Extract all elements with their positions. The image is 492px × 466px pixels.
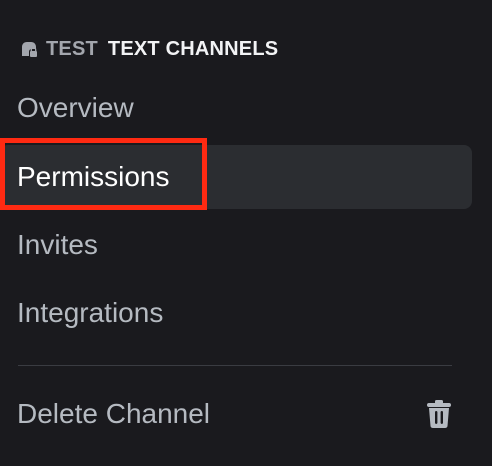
category-name: TEST: [46, 37, 98, 60]
delete-channel-button[interactable]: Delete Channel: [0, 382, 472, 446]
sidebar-item-overview[interactable]: Overview: [0, 76, 472, 140]
delete-channel-label: Delete Channel: [17, 398, 211, 429]
section-title: TEXT CHANNELS: [107, 37, 279, 60]
sidebar-item-permissions[interactable]: Permissions: [0, 145, 472, 209]
sidebar-item-label: Invites: [17, 229, 98, 260]
sidebar-item-integrations[interactable]: Integrations: [0, 281, 472, 345]
channel-settings-sidebar: TEST TEXT CHANNELS Overview Permissions …: [0, 0, 492, 466]
sidebar-divider: [18, 365, 452, 366]
sidebar-item-label: Integrations: [17, 297, 164, 328]
locked-folder-icon: [18, 38, 40, 60]
trash-icon: [424, 398, 454, 430]
sidebar-header: TEST TEXT CHANNELS: [18, 36, 278, 62]
sidebar-item-label: Permissions: [17, 161, 170, 192]
sidebar-item-invites[interactable]: Invites: [0, 213, 472, 277]
sidebar-item-label: Overview: [17, 92, 134, 123]
